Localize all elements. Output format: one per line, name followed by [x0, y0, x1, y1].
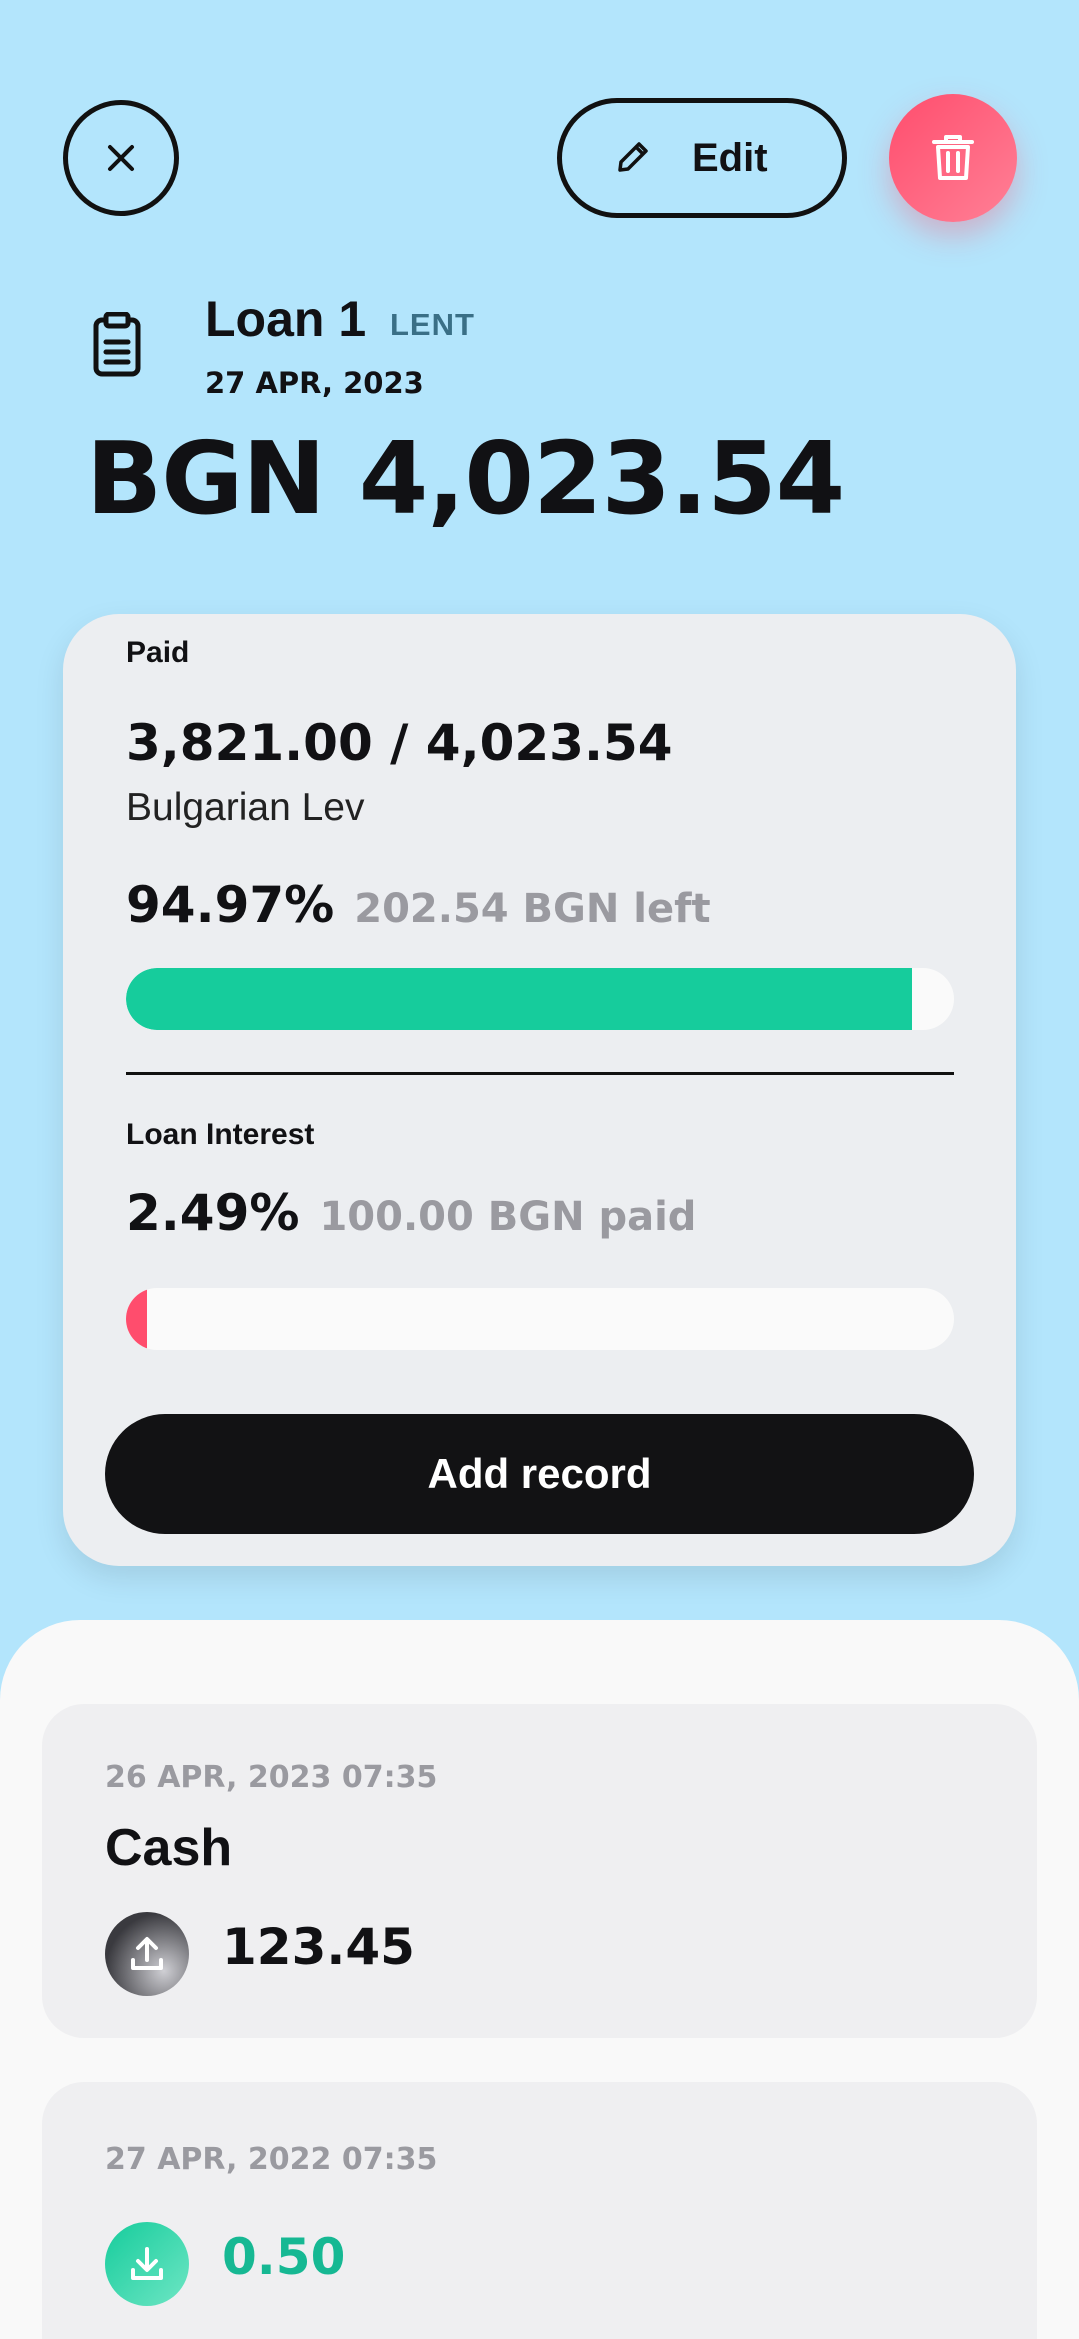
record-item[interactable]: 27 APR, 2022 07:35 0.50 — [42, 2082, 1037, 2339]
download-icon — [105, 2222, 189, 2306]
record-value: 0.50 — [222, 2228, 346, 2286]
record-value: 123.45 — [222, 1918, 415, 1976]
clipboard-icon — [93, 312, 141, 377]
paid-percent-row: 94.97% 202.54 BGN left — [126, 876, 711, 934]
trash-icon — [932, 135, 974, 180]
close-button[interactable] — [63, 100, 179, 216]
record-title: Cash — [105, 1819, 233, 1877]
paid-progress-bar — [126, 968, 954, 1030]
interest-percent-row: 2.49% 100.00 BGN paid — [126, 1184, 696, 1242]
upload-icon — [105, 1912, 189, 1996]
interest-progress-bar — [126, 1288, 954, 1350]
pencil-icon — [618, 142, 648, 172]
interest-paid-amount: 100.00 BGN paid — [319, 1194, 697, 1240]
divider — [126, 1072, 954, 1075]
interest-progress-fill — [126, 1288, 147, 1350]
edit-button-label: Edit — [692, 135, 768, 180]
close-icon — [108, 145, 134, 171]
loan-name: Loan 1 — [205, 291, 367, 347]
add-record-button[interactable]: Add record — [105, 1414, 974, 1534]
paid-label: Paid — [126, 636, 190, 669]
currency-name: Bulgarian Lev — [126, 786, 365, 829]
interest-percent: 2.49% — [126, 1184, 300, 1242]
record-item[interactable]: 26 APR, 2023 07:35 Cash 123.45 — [42, 1704, 1037, 2038]
paid-percent: 94.97% — [126, 876, 335, 934]
interest-label: Loan Interest — [126, 1118, 315, 1151]
loan-type-badge: LENT — [390, 307, 475, 342]
paid-progress-fill — [126, 968, 913, 1030]
summary-card: Paid 3,821.00 / 4,023.54 Bulgarian Lev 9… — [63, 614, 1016, 1566]
edit-button[interactable]: Edit — [557, 98, 847, 218]
loan-amount: BGN 4,023.54 — [86, 420, 845, 537]
record-date: 27 APR, 2022 07:35 — [105, 2142, 438, 2177]
left-amount: 202.54 BGN left — [354, 886, 711, 932]
records-sheet[interactable]: 26 APR, 2023 07:35 Cash 123.45 27 APR, 2… — [0, 1620, 1079, 2339]
record-date: 26 APR, 2023 07:35 — [105, 1760, 438, 1795]
loan-detail-screen: Edit Loan 1 LENT 27 APR, 2023 BGN 4,023.… — [0, 0, 1079, 2339]
loan-date: 27 APR, 2023 — [205, 366, 424, 400]
paid-ratio: 3,821.00 / 4,023.54 — [126, 714, 673, 772]
delete-button[interactable] — [889, 94, 1017, 222]
